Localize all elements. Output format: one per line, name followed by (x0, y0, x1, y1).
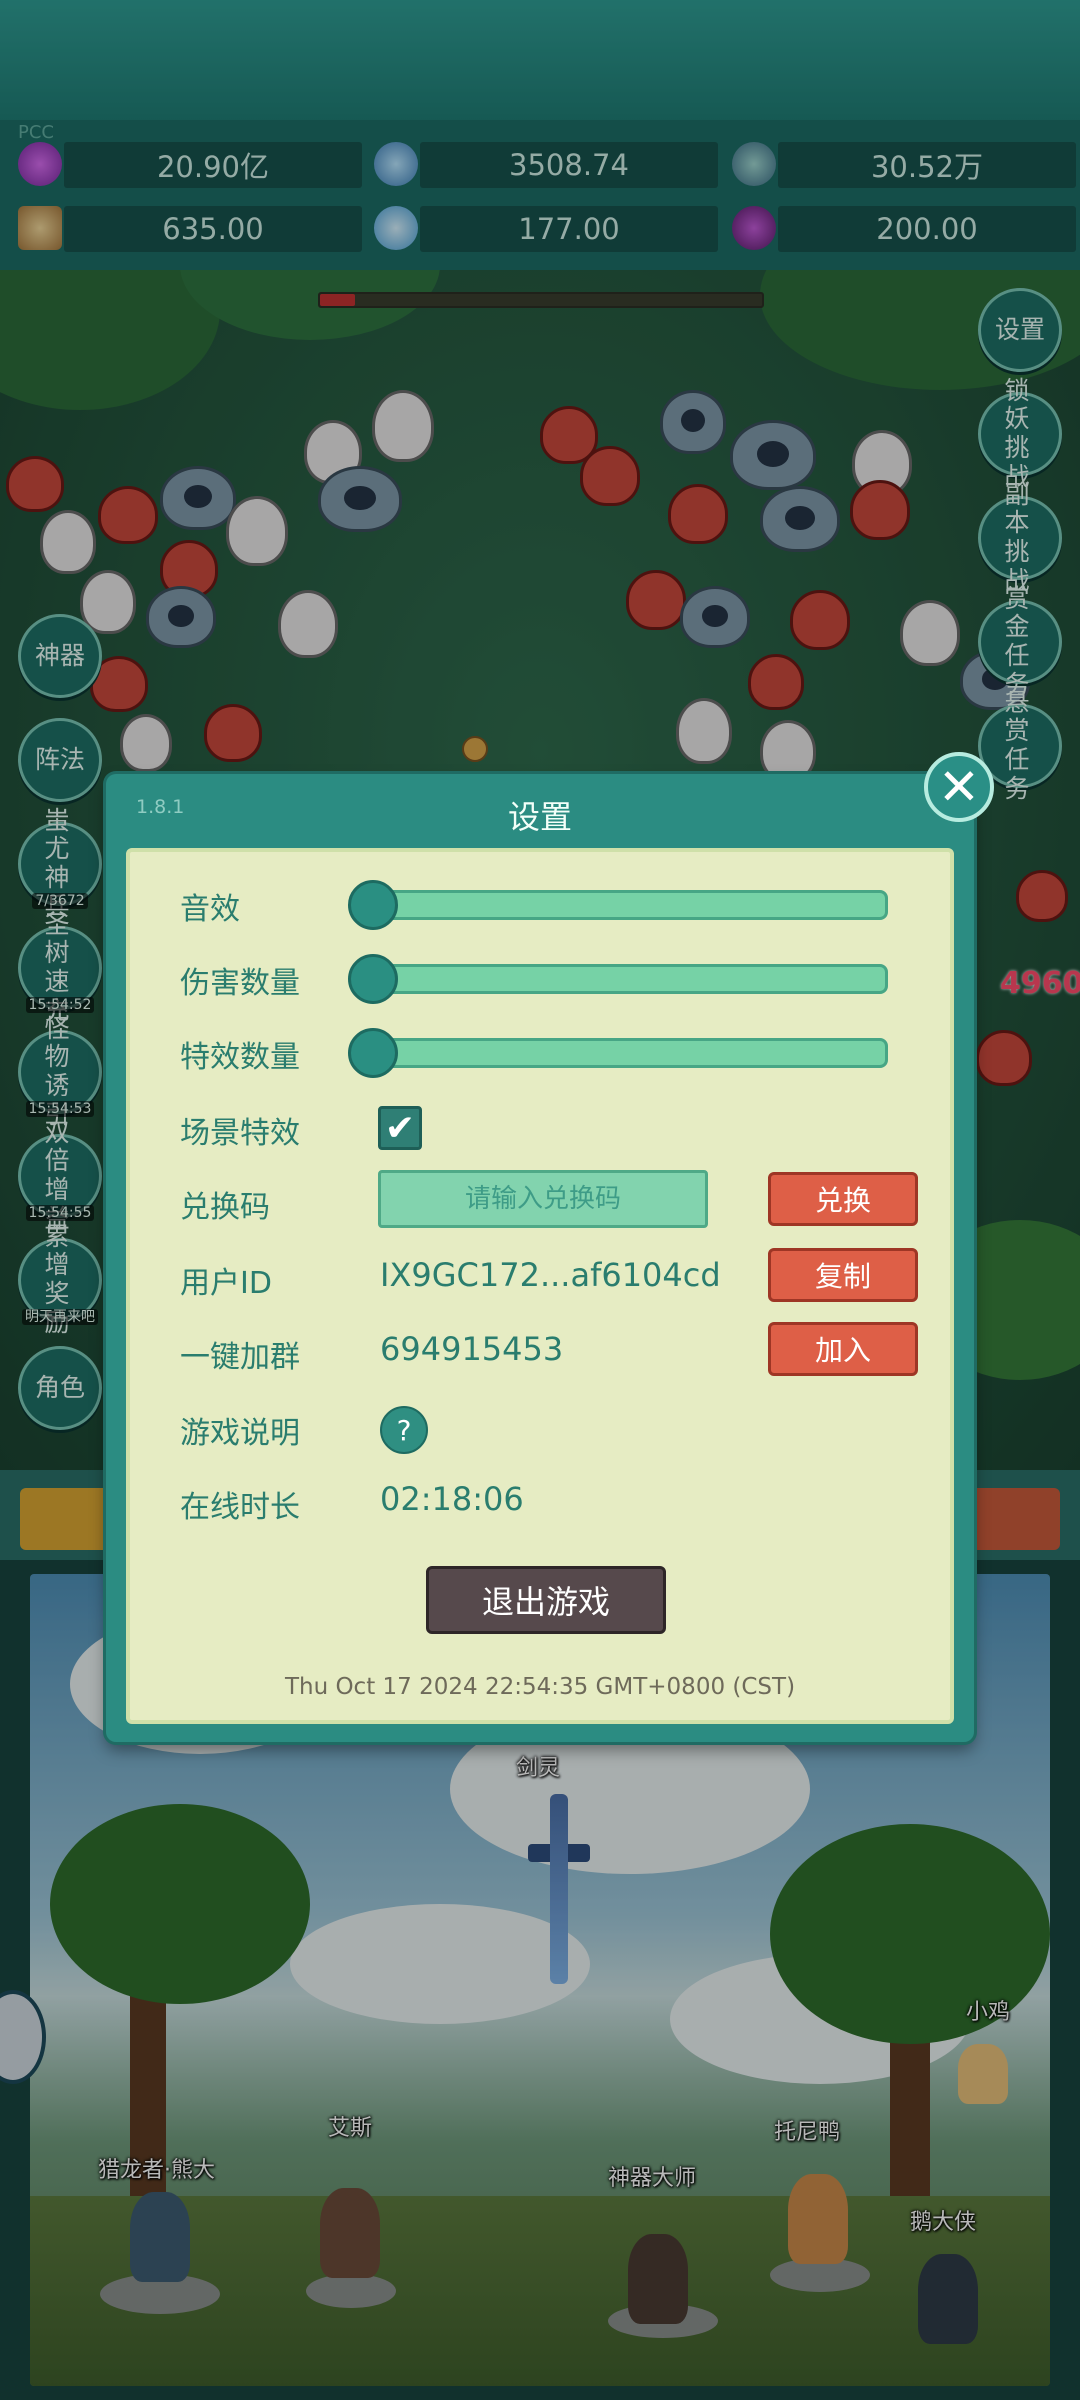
exit-game-button[interactable]: 退出游戏 (426, 1566, 666, 1634)
damage-count-slider[interactable] (352, 964, 888, 994)
scene-effect-checkbox[interactable]: ✔ (378, 1106, 422, 1150)
effect-count-slider-handle[interactable] (348, 1028, 398, 1078)
user-id-value: IX9GC172...af6104cd (380, 1256, 721, 1294)
close-icon[interactable]: ✕ (924, 752, 994, 822)
checkmark-icon: ✔ (384, 1107, 416, 1149)
join-group-button[interactable]: 加入 (768, 1322, 918, 1376)
game-help-label: 游戏说明 (180, 1416, 300, 1451)
sound-slider[interactable] (352, 890, 888, 920)
effect-count-label: 特效数量 (180, 1040, 300, 1075)
sound-slider-handle[interactable] (348, 880, 398, 930)
timestamp-label: Thu Oct 17 2024 22:54:35 GMT+0800 (CST) (284, 1674, 796, 1700)
join-group-label: 一键加群 (180, 1340, 300, 1375)
redeem-code-label: 兑换码 (180, 1190, 270, 1225)
sound-label: 音效 (180, 892, 240, 927)
damage-count-slider-handle[interactable] (348, 954, 398, 1004)
scene-effect-label: 场景特效 (180, 1116, 300, 1151)
online-time-label: 在线时长 (180, 1490, 300, 1525)
redeem-code-input[interactable] (378, 1170, 708, 1228)
settings-panel: 音效 伤害数量 特效数量 场景特效 ✔ 兑换码 兑换 用户ID IX9GC172… (126, 848, 954, 1724)
group-number-value: 694915453 (380, 1330, 564, 1368)
damage-count-label: 伤害数量 (180, 966, 300, 1001)
copy-user-id-button[interactable]: 复制 (768, 1248, 918, 1302)
online-time-value: 02:18:06 (380, 1480, 524, 1518)
help-icon[interactable]: ? (380, 1406, 428, 1454)
redeem-button[interactable]: 兑换 (768, 1172, 918, 1226)
user-id-label: 用户ID (180, 1266, 272, 1301)
settings-dialog: 1.8.1 设置 音效 伤害数量 特效数量 场景特效 ✔ 兑换码 兑换 用户ID… (106, 774, 974, 1742)
dialog-title: 设置 (507, 798, 572, 836)
effect-count-slider[interactable] (352, 1038, 888, 1068)
